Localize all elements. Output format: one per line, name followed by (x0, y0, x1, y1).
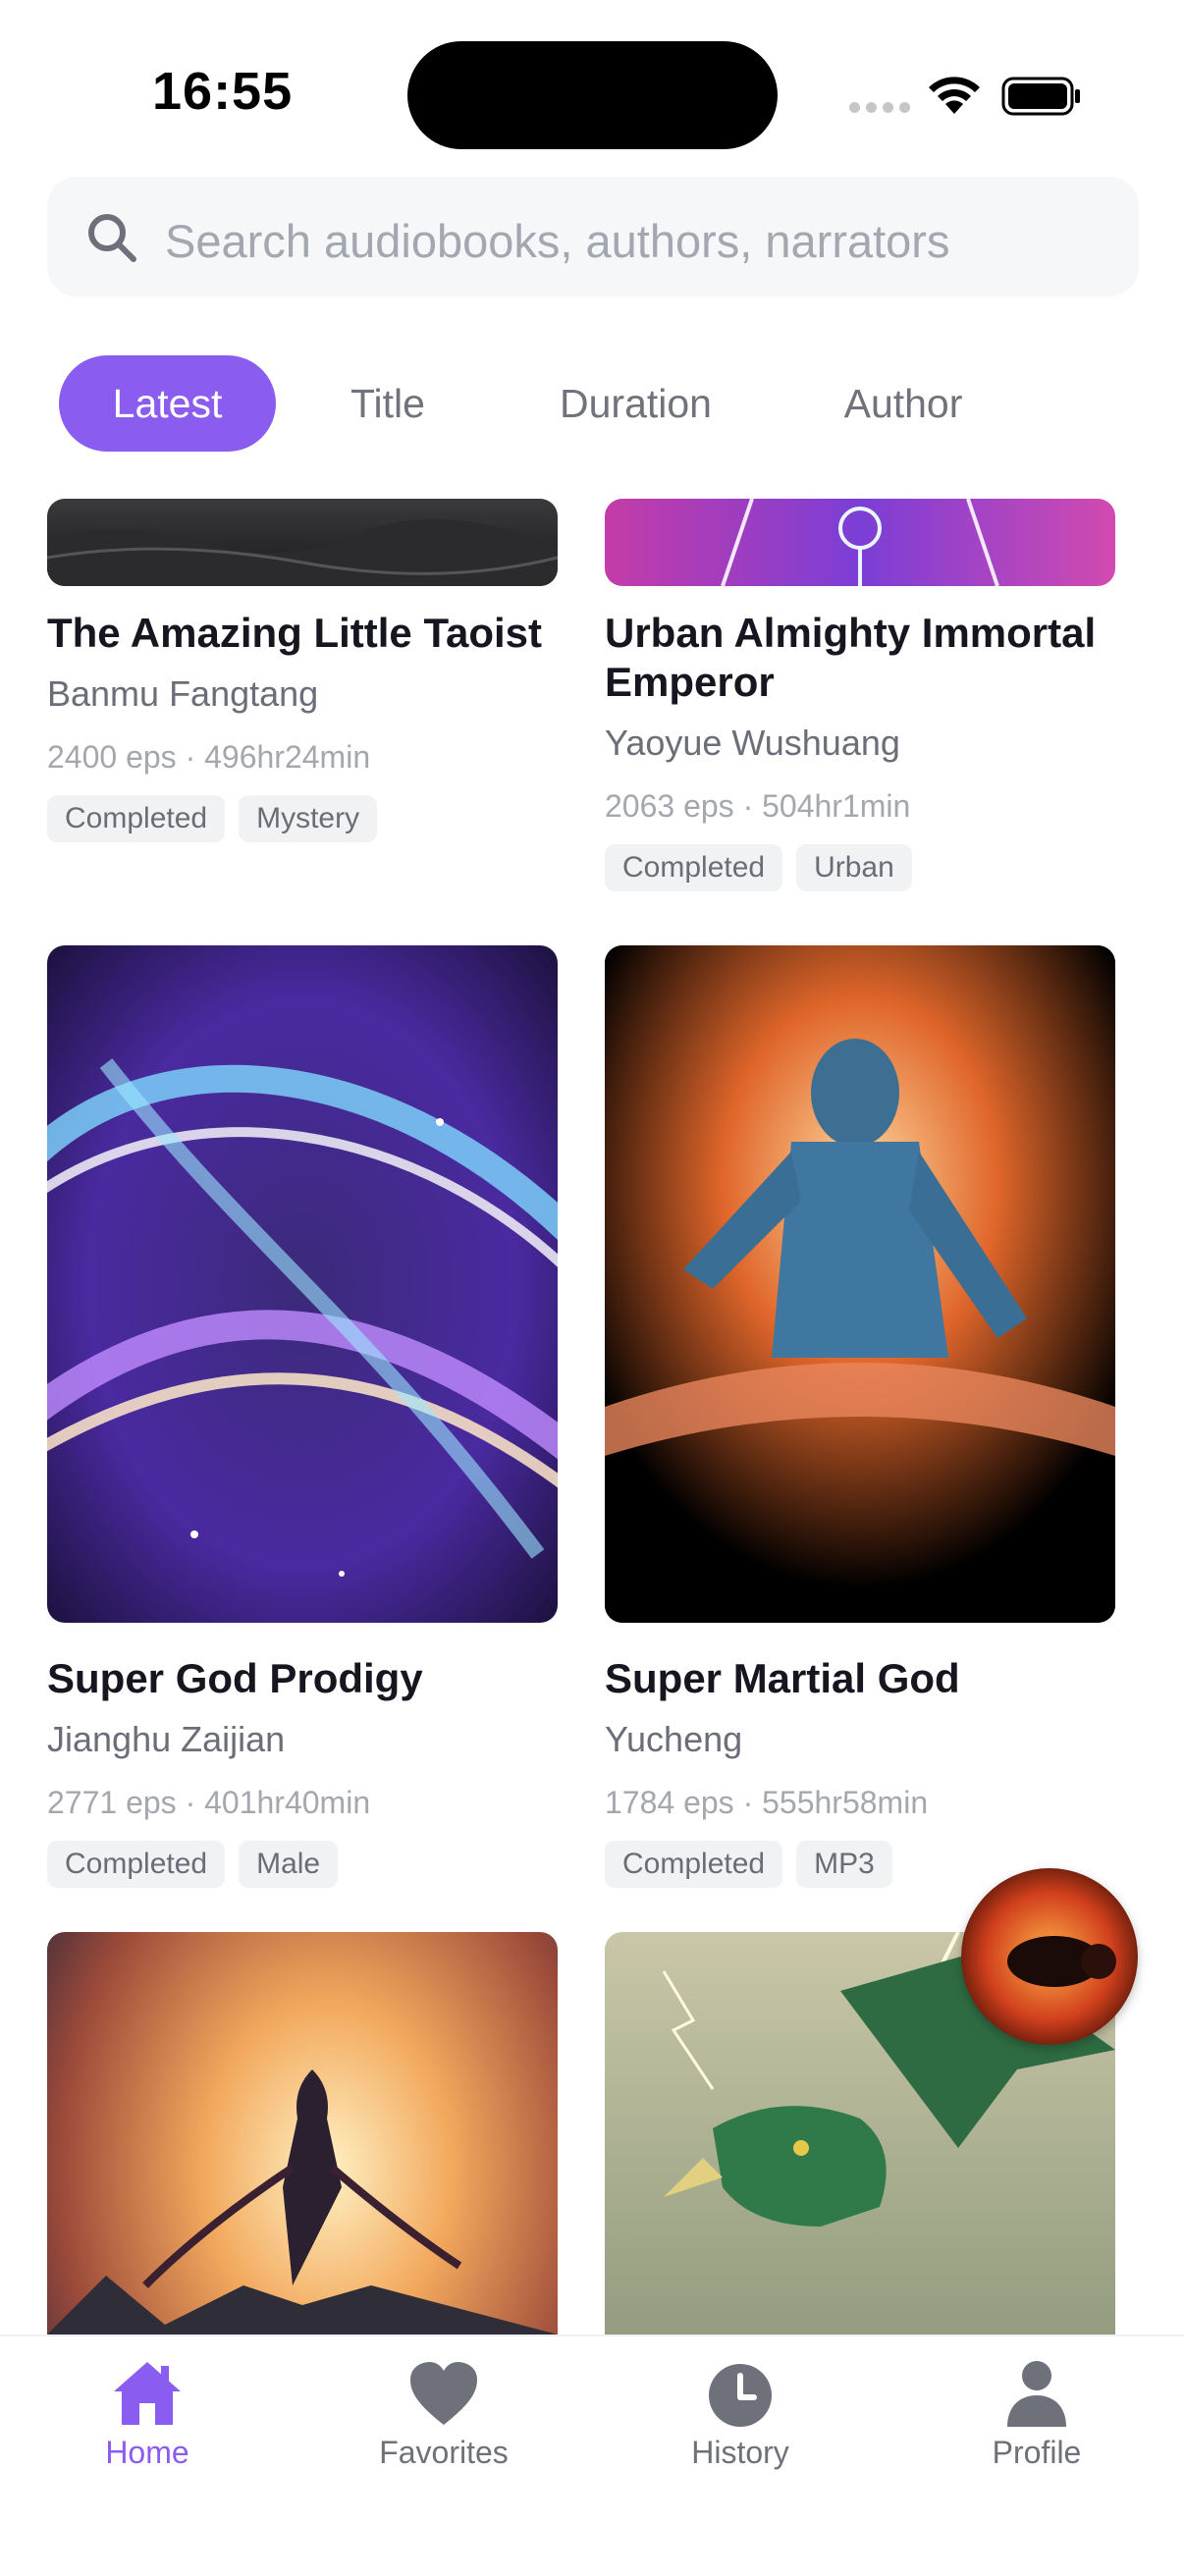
wifi-icon (929, 77, 980, 114)
book-author: Jianghu Zaijian (47, 1719, 286, 1759)
book-cover[interactable] (605, 499, 1115, 586)
cellular-signal-icon (849, 102, 910, 113)
tab-duration[interactable]: Duration (535, 355, 736, 452)
home-icon (114, 2362, 181, 2425)
person-icon (1007, 2361, 1066, 2427)
book-author: Yucheng (605, 1719, 743, 1759)
status-tag: Completed (47, 1841, 226, 1888)
heart-icon (410, 2362, 477, 2425)
status-tag: Completed (605, 1841, 783, 1888)
battery-icon (1001, 77, 1080, 116)
tab-author[interactable]: Author (815, 355, 992, 452)
book-cover[interactable] (47, 945, 558, 1623)
nav-favorites-label: Favorites (379, 2435, 509, 2470)
nav-home[interactable]: Home (49, 2358, 245, 2471)
book-meta: 2063 eps · 504hr1min (605, 788, 911, 824)
status-time: 16:55 (152, 62, 294, 121)
genre-tag: Male (239, 1841, 339, 1888)
book-meta: 2400 eps · 496hr24min (47, 739, 371, 775)
book-meta: 2771 eps · 401hr40min (47, 1785, 371, 1820)
nav-favorites[interactable]: Favorites (346, 2358, 542, 2471)
book-meta: 1784 eps · 555hr58min (605, 1785, 929, 1820)
book-cover[interactable] (605, 945, 1115, 1623)
nav-history[interactable]: History (642, 2358, 838, 2471)
tab-latest[interactable]: Latest (59, 355, 276, 452)
book-cover[interactable] (47, 499, 558, 586)
dynamic-island (407, 41, 778, 149)
nav-home-label: Home (105, 2435, 189, 2470)
now-playing-cover (961, 1868, 1138, 2045)
nav-history-label: History (691, 2435, 789, 2470)
book-title: Urban Almighty Immortal Emperor (605, 610, 1097, 705)
nav-profile-label: Profile (992, 2435, 1082, 2470)
book-cover[interactable] (47, 1932, 558, 2334)
mini-player-button[interactable] (961, 1868, 1138, 2045)
bottom-nav: Home Favorites History Profile (0, 2334, 1184, 2576)
book-grid[interactable]: The Amazing Little Taoist Banmu Fangtang… (0, 499, 1184, 2334)
status-tag: Completed (47, 795, 226, 842)
book-author: Banmu Fangtang (47, 673, 319, 714)
status-tag: Completed (605, 844, 783, 891)
nav-profile[interactable]: Profile (939, 2358, 1135, 2471)
book-author: Yaoyue Wushuang (605, 723, 900, 763)
genre-tag: MP3 (796, 1841, 892, 1888)
genre-tag: Urban (796, 844, 912, 891)
genre-tag: Mystery (239, 795, 378, 842)
book-title: The Amazing Little Taoist (47, 610, 543, 656)
tab-title[interactable]: Title (324, 355, 452, 452)
clock-icon (709, 2364, 772, 2427)
book-title: Super Martial God (605, 1655, 960, 1701)
book-title: Super God Prodigy (47, 1655, 423, 1701)
search-placeholder: Search audiobooks, authors, narrators (165, 215, 950, 267)
search-icon (88, 214, 136, 262)
search-bar[interactable]: Search audiobooks, authors, narrators (47, 177, 1139, 296)
